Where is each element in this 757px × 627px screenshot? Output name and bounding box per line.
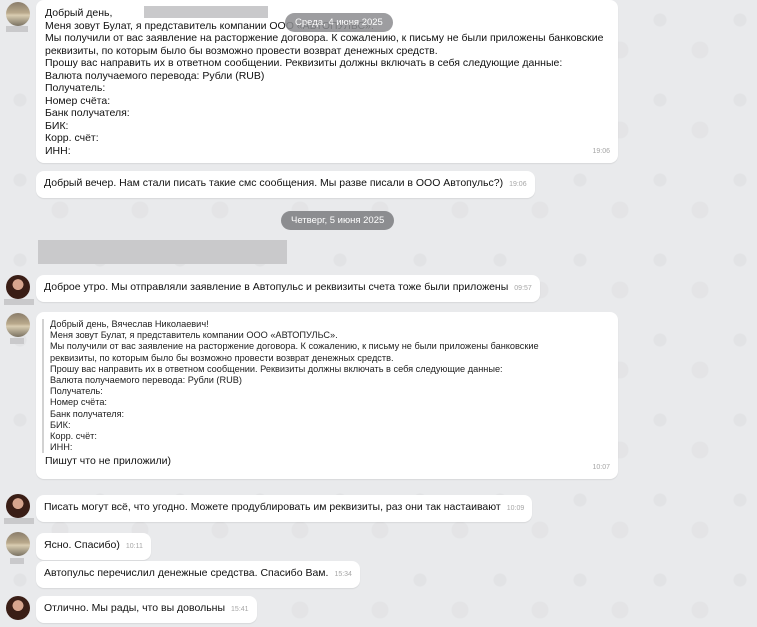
message-time: 19:06 <box>509 181 527 188</box>
message-time: 15:34 <box>334 571 352 578</box>
date-separator: Четверг, 5 июня 2025 <box>281 211 395 230</box>
message-time: 09:57 <box>514 285 532 292</box>
message-bubble-7[interactable]: Автопульс перечислил денежные средства. … <box>36 561 360 588</box>
redacted-sender-name <box>10 338 24 344</box>
avatar-woman[interactable] <box>6 596 30 620</box>
avatar-bulat[interactable] <box>6 313 30 337</box>
message-bubble-8[interactable]: Отлично. Мы рады, что вы довольны 15:41 <box>36 596 257 623</box>
redacted-sender-name <box>4 518 34 524</box>
message-text: Писать могут всё, что угодно. Можете про… <box>44 501 501 513</box>
message-text: Добрый вечер. Нам стали писать такие смс… <box>44 177 504 189</box>
avatar-woman[interactable] <box>6 494 30 518</box>
message-text: Ясно. Спасибо) <box>44 539 120 551</box>
avatar-bulat[interactable] <box>6 532 30 556</box>
avatar-bulat[interactable] <box>6 2 30 26</box>
message-bubble-6[interactable]: Ясно. Спасибо) 10:11 <box>36 533 151 560</box>
message-bubble-5[interactable]: Писать могут всё, что угодно. Можете про… <box>36 495 533 522</box>
message-time: 19:06 <box>592 147 610 155</box>
message-bubble-3[interactable]: Доброе утро. Мы отправляли заявление в А… <box>36 275 540 302</box>
message-time: 10:11 <box>125 543 143 550</box>
message-time: 10:07 <box>592 463 610 471</box>
redacted-sender-name <box>6 26 28 32</box>
quoted-message: Добрый день, Вячеслав Николаевич! Меня з… <box>42 319 618 454</box>
redacted-name <box>144 6 268 18</box>
message-time: 15:41 <box>231 606 249 613</box>
message-bubble-2[interactable]: Добрый вечер. Нам стали писать такие смс… <box>36 171 535 198</box>
message-bubble-4[interactable]: Добрый день, Вячеслав Николаевич! Меня з… <box>36 312 618 479</box>
date-separator: Среда, 4 июня 2025 <box>285 13 393 32</box>
avatar-woman[interactable] <box>6 275 30 299</box>
redacted-sender-name <box>4 299 34 305</box>
message-text: Доброе утро. Мы отправляли заявление в А… <box>44 281 509 293</box>
message-time: 10:09 <box>506 505 525 512</box>
message-text: Отлично. Мы рады, что вы довольны <box>44 602 226 614</box>
message-text: Пишут что не приложили) <box>45 455 172 468</box>
redacted-sender-name <box>10 558 24 564</box>
message-text: Автопульс перечислил денежные средства. … <box>44 567 329 579</box>
redacted-content <box>38 240 287 264</box>
